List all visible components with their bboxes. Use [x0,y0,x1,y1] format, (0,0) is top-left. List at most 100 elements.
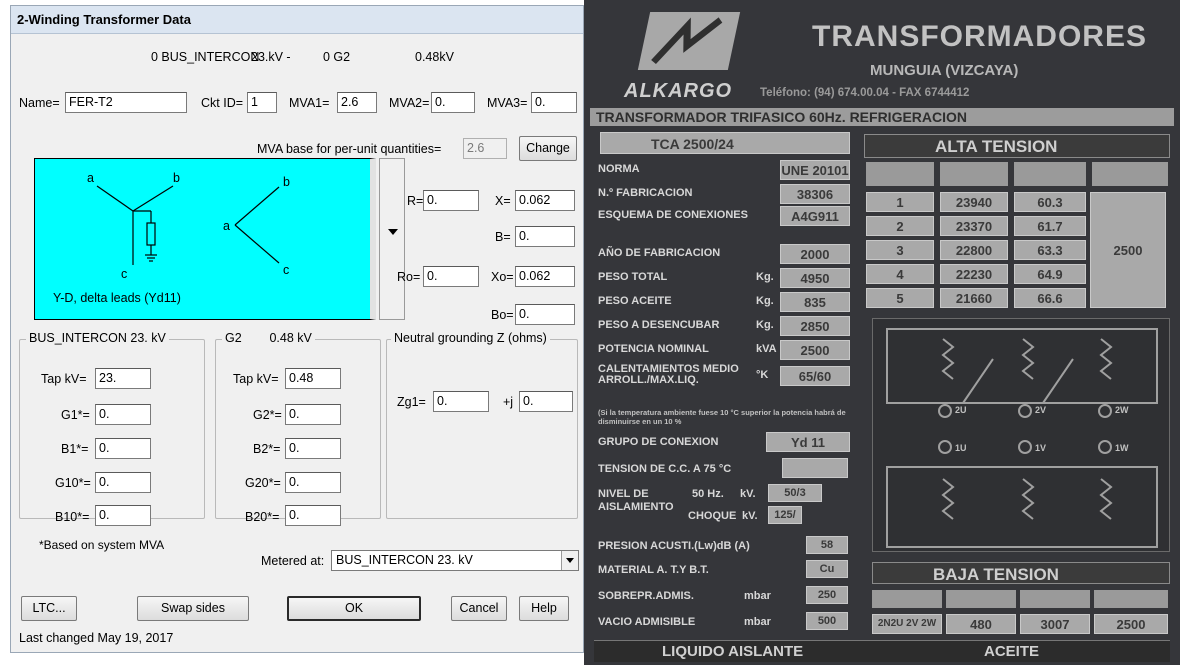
nameplate-row-label: PESO TOTAL [598,271,668,283]
phone-fax: Teléfono: (94) 674.00.04 - FAX 6744412 [760,87,970,99]
nameplate-row-unit: Kg. [756,319,774,331]
bus2-tap-input[interactable]: 0.48 [285,368,341,389]
bus1-tap-input[interactable]: 23. [95,368,151,389]
baja-tension-title: BAJA TENSION [933,565,1059,584]
ht-cell-pos: 3 [866,240,934,260]
help-button[interactable]: Help [519,596,569,621]
ht-pos-value: 3 [896,243,904,258]
nameplate-row-label: N.º FABRICACION [598,187,693,199]
ht-potencia-box: 2500 [1090,192,1166,308]
cancel-button[interactable]: Cancel [451,596,507,621]
ht-cell-pos: 4 [866,264,934,284]
sobrepr-value: 250 [817,589,837,601]
ht-cell-tension: 23940 [940,192,1008,212]
name-label: Name= [19,96,60,110]
connection-diagram[interactable]: a b c a b c Y-D, delta leads (Yd11) [34,158,376,320]
ckt-id-label: Ckt ID= [201,96,244,110]
zg1-input[interactable]: 0. [433,391,489,412]
nameplate-row-value: 65/60 [798,369,832,384]
bus2-group-legend: G2 0.48 kV [222,331,315,345]
mva2-label: MVA2= [389,96,430,110]
change-button[interactable]: Change [519,136,577,161]
vacio-unit: mbar [744,616,771,628]
ht-intensidad-value: 61.7 [1037,219,1063,234]
b1-label: B1*= [61,442,89,456]
chevron-down-icon[interactable] [561,551,578,570]
b2-input[interactable]: 0. [285,438,341,459]
ltc-button[interactable]: LTC... [21,596,77,621]
bo-input[interactable]: 0. [515,304,575,325]
x-input[interactable]: 0.062 [515,190,575,211]
last-changed-text: Last changed May 19, 2017 [19,631,174,645]
ht-cell-tension: 22230 [940,264,1008,284]
brand-name: TRANSFORMADORES [812,20,1147,53]
mva1-input[interactable]: 2.6 [337,92,377,113]
material-box: Cu [806,560,848,578]
title-bar[interactable]: 2-Winding Transformer Data [11,6,583,34]
nameplate-row-value-box: UNE 20101 [780,160,850,180]
lt-intensidad-box: 3007 [1020,614,1090,634]
tension-cc-label: TENSION DE C.C. A 75 °C [598,463,732,475]
to-bus-label: 0 G2 [323,50,351,64]
nameplate-row-value-box: 4950 [780,268,850,288]
nivel-choque-value: 125/ [774,509,796,521]
nameplate-subtitle: TRANSFORMADOR TRIFASICO 60Hz. REFRIGERAC… [596,109,968,125]
ht-cell-pos: 2 [866,216,934,236]
from-kv-label: 23.kV - [251,50,291,64]
alkargo-logo [637,12,741,70]
nivel-choque-label: CHOQUE [688,510,737,522]
model-code: TCA 2500/24 [651,136,734,152]
b10-label: B10*= [55,510,90,524]
mva3-input[interactable]: 0. [531,92,577,113]
ckt-id-input[interactable]: 1 [247,92,277,113]
delta-phase-b-label: b [283,175,290,189]
liquido-label: LIQUIDO AISLANTE [662,643,804,660]
material-value: Cu [819,563,835,575]
metered-at-select[interactable]: BUS_INTERCON 23. kV [331,550,579,571]
nameplate-row-label: NORMA [598,163,640,175]
nameplate-row-label: CALENTAMIENTOS MEDIO ARROLL./MAX.LIQ. [598,363,739,386]
b-input[interactable]: 0. [515,226,575,247]
b1-input[interactable]: 0. [95,438,151,459]
dialog-title: 2-Winding Transformer Data [17,12,191,27]
g2-input[interactable]: 0. [285,404,341,425]
ht-cell-pos: 1 [866,192,934,212]
zg1-j-input[interactable]: 0. [519,391,573,412]
ht-cell-intensidad: 64.9 [1014,264,1086,284]
g20-input[interactable]: 0. [285,472,341,493]
nameplate-row-unit: Kg. [756,295,774,307]
b10-input[interactable]: 0. [95,505,151,526]
diagram-dropdown-button[interactable] [379,158,405,320]
g1-input[interactable]: 0. [95,404,151,425]
lightning-logo-icon [651,17,723,65]
ok-button[interactable]: OK [287,596,421,621]
nameplate-row-value-box: A4G911 [780,206,850,226]
xo-input[interactable]: 0.062 [515,266,575,287]
transformer-dialog: 2-Winding Transformer Data 0 BUS_INTERCO… [10,5,584,653]
grupo-label: GRUPO DE CONEXION [598,436,719,448]
lt-col-header-1 [872,590,942,608]
ht-pos-value: 2 [896,219,904,234]
alta-tension-header: ALTA TENSION [864,134,1170,158]
lt-col-header-4 [1094,590,1168,608]
mva2-input[interactable]: 0. [431,92,475,113]
wye-phase-c-label: c [121,267,128,281]
b2-label: B2*= [253,442,281,456]
nameplate-row-value: UNE 20101 [781,163,849,178]
footnote: *Based on system MVA [39,538,165,552]
r-label: R= [407,194,424,208]
b20-input[interactable]: 0. [285,505,341,526]
tension-cc-box [782,458,848,478]
mva1-label: MVA1= [289,96,330,110]
delta-phase-a-label: a [223,219,230,233]
r-input[interactable]: 0. [423,190,479,211]
hv-terminal-1: 2U [955,405,967,415]
nivel-label: NIVEL DE AISLAMIENTO [598,488,674,513]
ro-input[interactable]: 0. [423,266,479,287]
alta-tension-title: ALTA TENSION [935,137,1058,156]
swap-sides-button[interactable]: Swap sides [137,596,249,621]
lt-col-header-2 [946,590,1016,608]
ht-intensidad-value: 60.3 [1037,195,1063,210]
g10-input[interactable]: 0. [95,472,151,493]
name-input[interactable]: FER-T2 [65,92,187,113]
